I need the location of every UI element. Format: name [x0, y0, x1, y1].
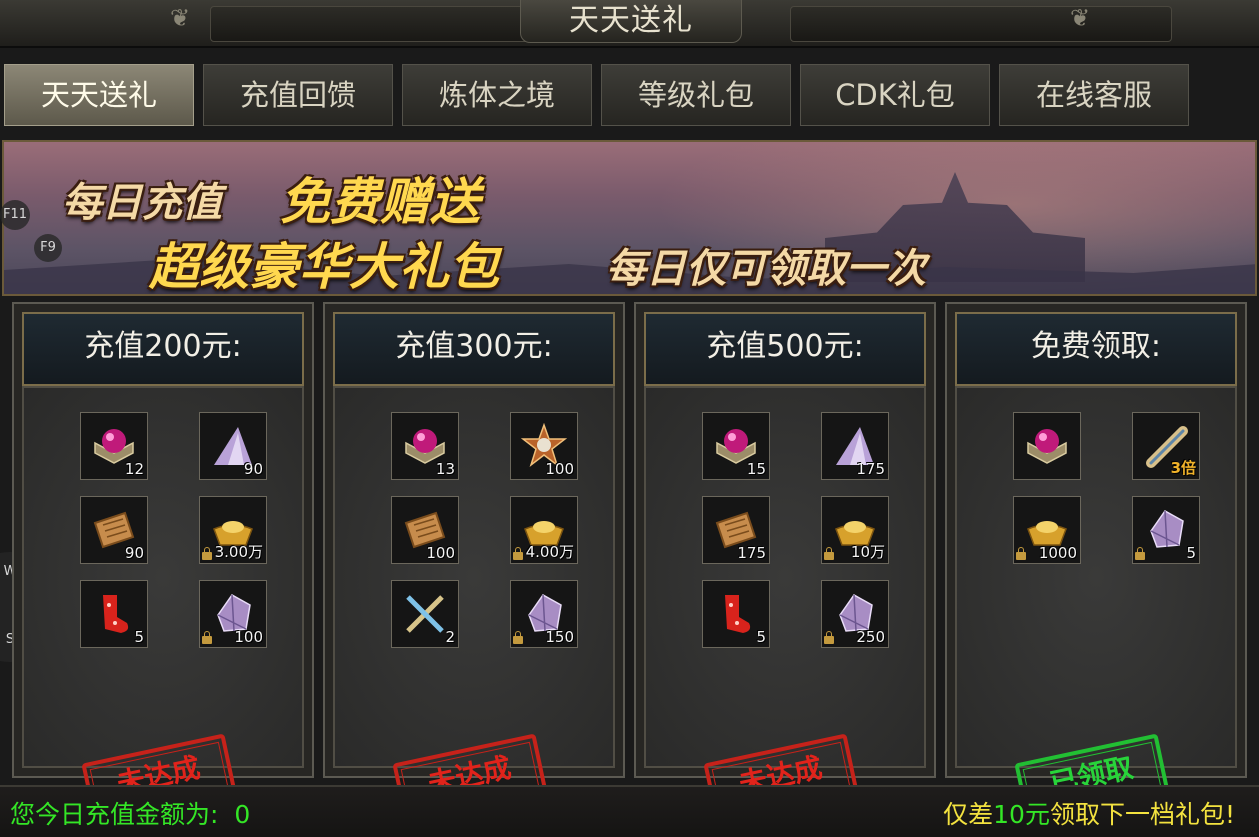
item-count: 100: [545, 460, 574, 478]
reward-item-slot[interactable]: 5: [80, 580, 148, 648]
reward-item-slot[interactable]: 100: [199, 580, 267, 648]
item-count: 150: [545, 628, 574, 646]
reward-tier-title: 免费领取:: [955, 312, 1237, 386]
reward-item-slot[interactable]: 100: [391, 496, 459, 564]
window-title: 天天送礼: [520, 0, 742, 43]
item-count: 2: [445, 628, 455, 646]
bound-lock-icon: [824, 547, 834, 560]
reward-item-slot[interactable]: 175: [821, 412, 889, 480]
bound-lock-icon: [1016, 547, 1026, 560]
item-count: 100: [426, 544, 455, 562]
reward-item-slot[interactable]: 15: [702, 412, 770, 480]
item-count: 5: [1186, 544, 1196, 562]
tab-recharge-feedback[interactable]: 充值回馈: [203, 64, 393, 126]
status-footer: 您今日充值金额为: 0 仅差10元领取下一档礼包!: [0, 785, 1259, 837]
title-bar: ❦ ❦ 天天送礼: [0, 0, 1259, 48]
today-recharge-info: 您今日充值金额为: 0: [10, 795, 250, 831]
bound-lock-icon: [513, 631, 523, 644]
reward-tier-title: 充值200元:: [22, 312, 304, 386]
item-count: 10万: [850, 543, 885, 561]
today-recharge-value: 0: [234, 800, 251, 829]
bound-lock-icon: [824, 631, 834, 644]
today-recharge-label: 您今日充值金额为:: [10, 800, 219, 829]
reward-items-area: 13 100 100 4.00万 2 150 未达成: [333, 386, 615, 823]
bound-lock-icon: [202, 631, 212, 644]
reward-item-slot[interactable]: 3.00万: [199, 496, 267, 564]
item-count: 90: [243, 460, 263, 478]
reward-item-slot[interactable]: 3倍: [1132, 412, 1200, 480]
item-count: 4.00万: [525, 543, 574, 561]
item-count: 5: [756, 628, 766, 646]
reward-item-slot[interactable]: 4.00万: [510, 496, 578, 564]
banner-text-super-pack: 超级豪华大礼包: [149, 238, 499, 296]
bound-lock-icon: [202, 547, 212, 560]
reward-item-slot[interactable]: 5: [702, 580, 770, 648]
reward-tier-title: 充值500元:: [644, 312, 926, 386]
reward-item-slot[interactable]: 100: [510, 412, 578, 480]
banner-text-daily-recharge: 每日充值: [62, 180, 222, 226]
item-count: 13: [435, 460, 455, 478]
item-count: 1000: [1038, 544, 1077, 562]
reward-item-slot[interactable]: 150: [510, 580, 578, 648]
next-tier-amount: 10元: [993, 800, 1050, 829]
item-count: 3倍: [1170, 459, 1196, 477]
bound-lock-icon: [1135, 547, 1145, 560]
next-tier-prefix: 仅差: [943, 800, 994, 829]
reward-items-area: 15 175 175 10万 5 250 未达成: [644, 386, 926, 823]
reward-panel: 充值300元: 13 100 100 4.00万 2 150 未达成: [323, 302, 625, 823]
bound-lock-icon: [513, 547, 523, 560]
item-count: 15: [746, 460, 766, 478]
reward-item-slot[interactable]: 12: [80, 412, 148, 480]
hotkey-f9[interactable]: F9: [34, 234, 62, 262]
tab-body-refining[interactable]: 炼体之境: [402, 64, 592, 126]
reward-panel: 充值500元: 15 175 175 10万 5 250 未达成: [634, 302, 936, 823]
tab-level-gift[interactable]: 等级礼包: [601, 64, 791, 126]
next-tier-hint: 仅差10元领取下一档礼包!: [943, 795, 1235, 831]
hotkey-f11[interactable]: F11: [0, 200, 30, 230]
scroll-ornament-icon: ❦: [1070, 4, 1091, 32]
item-count: 90: [124, 544, 144, 562]
next-tier-suffix: 领取下一档礼包!: [1049, 800, 1235, 829]
item-count: 175: [856, 460, 885, 478]
item-count: 100: [234, 628, 263, 646]
reward-item-slot[interactable]: 13: [391, 412, 459, 480]
title-ornament-right: [790, 6, 1172, 42]
item-count: 3.00万: [214, 543, 263, 561]
reward-item-slot[interactable]: [1013, 412, 1081, 480]
item-count: 12: [124, 460, 144, 478]
reward-panel: 充值200元: 12 90 90 3.00万 5 100 未达成: [12, 302, 314, 823]
scroll-ornament-icon: ❦: [170, 4, 191, 32]
reward-item-slot[interactable]: 10万: [821, 496, 889, 564]
reward-tier-title: 充值300元:: [333, 312, 615, 386]
tab-online-service[interactable]: 在线客服: [999, 64, 1189, 126]
reward-item-slot[interactable]: 250: [821, 580, 889, 648]
reward-panel: 免费领取: 3倍 1000 5 已领取: [945, 302, 1247, 823]
banner-text-free-gift: 免费赠送: [280, 173, 480, 231]
reward-item-slot[interactable]: 5: [1132, 496, 1200, 564]
reward-item-slot[interactable]: 2: [391, 580, 459, 648]
reward-item-slot[interactable]: 90: [199, 412, 267, 480]
promo-banner: 每日充值 免费赠送 超级豪华大礼包 每日仅可领取一次: [2, 140, 1257, 296]
reward-item-slot[interactable]: 175: [702, 496, 770, 564]
item-count: 250: [856, 628, 885, 646]
banner-text-once-per-day: 每日仅可领取一次: [606, 246, 926, 292]
reward-item-slot[interactable]: 1000: [1013, 496, 1081, 564]
tab-daily-gift[interactable]: 天天送礼: [4, 64, 194, 126]
reward-items-area: 12 90 90 3.00万 5 100 未达成: [22, 386, 304, 823]
tab-cdk-gift[interactable]: CDK礼包: [800, 64, 990, 126]
reward-item-slot[interactable]: 90: [80, 496, 148, 564]
item-count: 5: [134, 628, 144, 646]
item-count: 175: [737, 544, 766, 562]
reward-items-area: 3倍 1000 5 已领取: [955, 386, 1237, 823]
